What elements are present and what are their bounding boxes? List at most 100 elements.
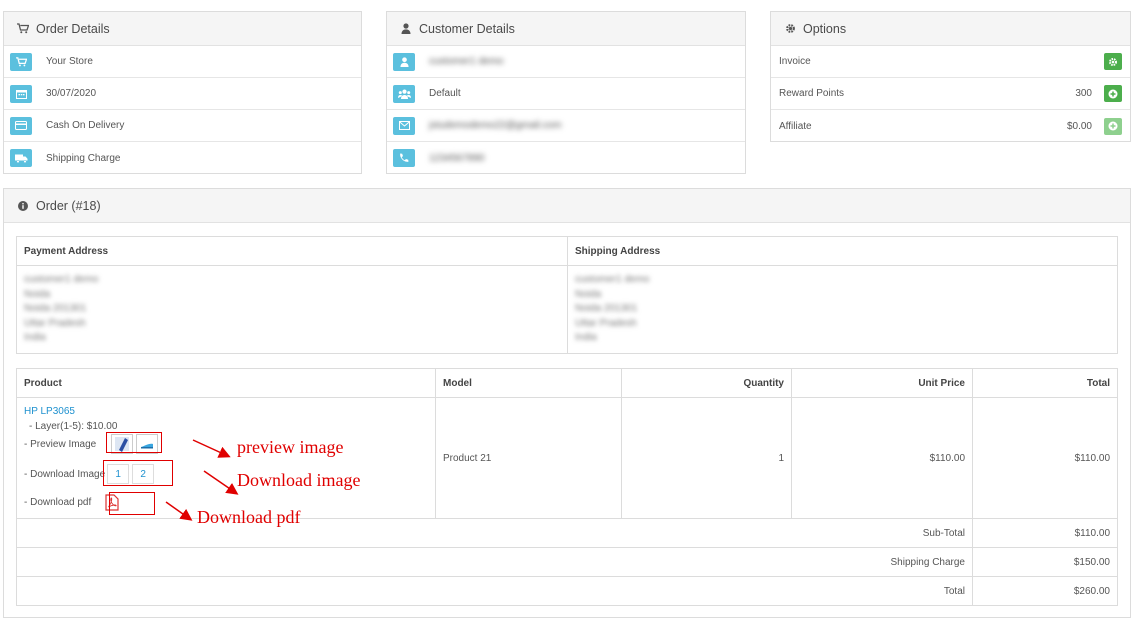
customer-name-row: customer1 demo	[387, 46, 745, 78]
cog-icon	[783, 23, 797, 34]
payment-address-line: customer1 demo	[24, 274, 99, 285]
date-button[interactable]	[10, 84, 32, 103]
credit-card-icon	[15, 121, 27, 130]
payment-address-line: Noida	[24, 288, 51, 300]
shipping-address-line: Noida 201301	[575, 303, 638, 314]
preview-image-label: - Preview Image	[24, 438, 97, 450]
order-details-panel: Order Details Your Store 30/07/2020 Cash…	[3, 11, 362, 174]
customer-group: Default	[429, 88, 461, 99]
user-icon	[399, 23, 413, 34]
totals-row: Sub-Total $110.00	[16, 518, 1118, 548]
email-button[interactable]	[393, 116, 415, 135]
payment-method-row: Cash On Delivery	[4, 110, 361, 142]
order-date: 30/07/2020	[46, 88, 97, 99]
shipping-total-label: Shipping Charge	[16, 547, 973, 577]
date-row: 30/07/2020	[4, 78, 361, 110]
customer-details-title: Customer Details	[419, 21, 515, 36]
preview-image-row: - Preview Image	[24, 434, 428, 454]
download-pdf-label: - Download pdf	[24, 496, 92, 508]
col-total: Total	[972, 368, 1118, 398]
order-details-header: Order Details	[4, 12, 361, 46]
generate-invoice-button[interactable]	[1104, 53, 1122, 70]
plus-circle-icon	[1108, 121, 1118, 131]
order-details-title: Order Details	[36, 21, 110, 36]
user-icon	[399, 56, 409, 67]
invoice-label: Invoice	[779, 56, 811, 67]
affiliate-value: $0.00	[1066, 120, 1092, 132]
options-title: Options	[803, 21, 847, 36]
shipping-address-line: customer1 demo	[575, 274, 650, 285]
payment-method-button[interactable]	[10, 116, 32, 135]
download-pdf-highlight-box	[109, 492, 155, 515]
customer-group-button[interactable]	[393, 84, 415, 103]
shipping-address-line: Noida	[575, 288, 602, 300]
table-row: HP LP3065 - Layer(1-5): $10.00 - Preview…	[16, 397, 1118, 519]
product-unit-price: $110.00	[791, 397, 973, 519]
preview-annotation-label: preview image	[237, 437, 344, 457]
cog-icon	[1109, 57, 1117, 66]
add-commission-button[interactable]	[1104, 117, 1122, 135]
reward-points-row: Reward Points 300	[771, 78, 1130, 110]
payment-method: Cash On Delivery	[46, 120, 125, 131]
users-group-icon	[397, 89, 411, 99]
customer-phone-row: 1234567890	[387, 142, 745, 174]
reward-points-label: Reward Points	[779, 88, 845, 99]
product-total: $110.00	[972, 397, 1118, 519]
customer-email-link[interactable]: jstudemodemo22@gmail.com	[429, 120, 561, 131]
product-table: Product Model Quantity Unit Price Total …	[16, 368, 1118, 606]
affiliate-label: Affiliate	[779, 120, 812, 132]
shopping-cart-icon	[15, 56, 27, 66]
phone-button[interactable]	[393, 149, 415, 167]
download-image-row: - Download Image 1 2	[24, 464, 428, 484]
shopping-cart-icon	[16, 23, 30, 34]
download-pdf-annotation-label: Download pdf	[197, 507, 301, 527]
address-table: Payment Address Shipping Address custome…	[16, 236, 1118, 354]
payment-address-header: Payment Address	[16, 236, 568, 266]
product-quantity: 1	[621, 397, 792, 519]
product-option: - Layer(1-5): $10.00	[29, 421, 118, 432]
product-cell: HP LP3065 - Layer(1-5): $10.00 - Preview…	[16, 397, 436, 519]
customer-email-row: jstudemodemo22@gmail.com	[387, 110, 745, 142]
shipping-address: customer1 demo Noida Noida 201301 Uttar …	[567, 265, 1118, 354]
store-link[interactable]: Your Store	[46, 56, 93, 67]
add-reward-points-button[interactable]	[1104, 85, 1122, 102]
affiliate-row: Affiliate $0.00	[771, 110, 1130, 142]
truck-icon	[14, 154, 27, 163]
customer-phone: 1234567890	[429, 152, 485, 164]
grand-total-value: $260.00	[972, 576, 1118, 606]
shipping-address-line: India	[575, 332, 597, 343]
payment-address-line: Uttar Pradesh	[24, 317, 86, 329]
customer-button[interactable]	[393, 52, 415, 71]
grand-total-label: Total	[16, 576, 973, 606]
product-model: Product 21	[435, 397, 622, 519]
product-link[interactable]: HP LP3065	[24, 406, 428, 417]
subtotal-label: Sub-Total	[16, 518, 973, 548]
options-panel: Options Invoice Reward Points 300 Affili…	[770, 11, 1131, 142]
col-unit-price: Unit Price	[791, 368, 973, 398]
payment-address-line: India	[24, 332, 46, 343]
store-button[interactable]	[10, 52, 32, 71]
shipping-method-button[interactable]	[10, 149, 32, 167]
col-model: Model	[435, 368, 622, 398]
shipping-total-value: $150.00	[972, 547, 1118, 577]
download-image-annotation-label: Download image	[237, 470, 361, 490]
order-title: Order (#18)	[36, 198, 101, 213]
order-header: Order (#18)	[4, 189, 1130, 223]
customer-group-row: Default	[387, 78, 745, 110]
shipping-method-row: Shipping Charge	[4, 142, 361, 174]
info-circle-icon	[16, 200, 30, 211]
phone-icon	[400, 153, 409, 162]
store-row: Your Store	[4, 46, 361, 78]
plus-circle-icon	[1108, 89, 1118, 98]
customer-details-header: Customer Details	[387, 12, 745, 46]
shipping-address-line: Uttar Pradesh	[575, 317, 637, 329]
totals-row: Shipping Charge $150.00	[16, 547, 1118, 577]
envelope-icon	[398, 121, 410, 130]
reward-points-value: 300	[1075, 88, 1092, 99]
col-quantity: Quantity	[621, 368, 792, 398]
totals-row: Total $260.00	[16, 576, 1118, 606]
download-image-highlight-box	[103, 460, 173, 486]
shipping-method: Shipping Charge	[46, 152, 121, 164]
customer-name-link[interactable]: customer1 demo	[429, 56, 503, 67]
download-image-label: - Download Image	[24, 468, 106, 480]
